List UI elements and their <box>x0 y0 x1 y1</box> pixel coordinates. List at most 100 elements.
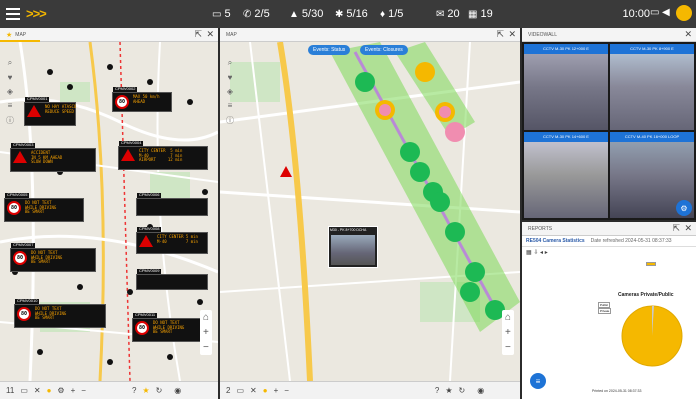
camera-icon[interactable]: ● <box>263 386 268 395</box>
chart-title: Cameras Private/Public <box>618 292 674 298</box>
pie-chart <box>621 305 683 367</box>
star-icon[interactable]: ★ <box>142 386 149 395</box>
filter-icon[interactable]: ≡ <box>224 101 236 110</box>
home-icon[interactable]: ⌂ <box>203 312 209 323</box>
zoom-controls: ⌂ + − <box>199 310 212 355</box>
events-status-pill[interactable]: Events: Status <box>308 45 351 55</box>
close-icon[interactable]: ✕ <box>206 29 214 40</box>
events-closures-pill[interactable]: Events: Closures <box>360 45 408 55</box>
stat-calls[interactable]: ✆ 2/5 <box>243 8 270 20</box>
warning-sign-icon <box>13 151 27 163</box>
list-icon[interactable]: ▭ <box>236 386 244 395</box>
avatar[interactable] <box>676 5 692 21</box>
zoom-in-button[interactable]: + <box>203 327 209 338</box>
layers-icon[interactable]: ◈ <box>4 87 16 96</box>
volume-icon[interactable]: ◀ <box>662 7 674 19</box>
vms-panel[interactable]: CPMV0009 <box>136 268 208 290</box>
star-icon[interactable]: ★ <box>445 386 452 395</box>
warning-sign-icon <box>139 235 153 247</box>
remove-button[interactable]: − <box>284 386 289 395</box>
close-icon[interactable]: ✕ <box>684 29 692 40</box>
stat-calendar[interactable]: ▦ 19 <box>468 8 493 20</box>
vms-panel[interactable]: CPMV0006 <box>136 192 208 216</box>
zoom-out-button[interactable]: − <box>505 342 511 353</box>
search-icon[interactable]: ⌕ <box>224 58 236 68</box>
vms-panel[interactable]: CPMV0010 80 DO NOT TEXT WHILE DRIVING BE S… <box>14 298 106 328</box>
vms-panel[interactable]: CPMV0007 80 DO NOT TEXT WHILE DRIVING BE S… <box>10 242 96 272</box>
refresh-icon[interactable]: ↻ <box>156 386 163 395</box>
report-header: RE504 Camera Statistics Date refreshed 2… <box>522 236 696 247</box>
speed-limit-icon: 80 <box>13 251 27 265</box>
info-icon[interactable]: ⓘ <box>4 115 16 126</box>
camera-thumbnail <box>331 235 375 265</box>
grid-icon[interactable]: ▦ <box>526 250 532 256</box>
camera-icon[interactable]: ● <box>47 386 52 395</box>
star-icon[interactable]: ★ <box>6 31 12 39</box>
home-icon[interactable]: ⌂ <box>505 312 511 323</box>
report-toolbar: ▦ ⇩ ◂ ▸ <box>522 247 696 258</box>
map-view[interactable]: ⌕ ♥ ◈ ≡ ⓘ CPMV0001 NO HAY ATASCO REDUCE S… <box>0 42 218 381</box>
close-icon[interactable]: ✕ <box>684 223 692 234</box>
refresh-icon[interactable]: ↻ <box>459 386 466 395</box>
calendar-icon: ▦ <box>468 8 478 20</box>
stat-list[interactable]: ▭ 5 <box>212 8 231 20</box>
list-icon[interactable]: ▭ <box>20 386 28 395</box>
item-count: 11 <box>6 386 15 395</box>
search-icon[interactable]: ⌕ <box>4 58 16 68</box>
layers-icon[interactable]: ◈ <box>224 87 236 96</box>
map-view[interactable]: Events: Status Events: Closures ⌕ ♥ ◈ ≡ … <box>220 42 520 381</box>
map-panel-center: MAP ⇱ ✕ Events: Status Events: Closures … <box>220 28 520 399</box>
add-button[interactable]: + <box>274 386 279 395</box>
vms-panel[interactable]: CPMV0002 80 MAX 50 km/h AHEAD <box>112 86 172 112</box>
help-icon[interactable]: ? <box>132 386 136 395</box>
camera-feed[interactable]: CCTV M-30 PK 12+000 E <box>524 44 608 130</box>
camera-feed[interactable]: CCTV M-30 PK 8+900 E <box>610 44 694 130</box>
stat-alerts[interactable]: ♦ 1/5 <box>380 8 403 20</box>
vms-panel[interactable]: CPMV0008 CITY CENTER 5 min M-40 7 min <box>136 226 208 254</box>
vms-panel[interactable]: CPMV0001 NO HAY ATASCO REDUCE SPEED <box>24 96 76 126</box>
expand-icon[interactable]: ⇱ <box>672 223 680 234</box>
zoom-out-button[interactable]: − <box>203 342 209 353</box>
settings-button[interactable]: ⚙ <box>676 200 692 216</box>
bell-icon: ♦ <box>380 8 386 20</box>
prev-icon[interactable]: ◂ <box>540 250 543 256</box>
eye-icon[interactable]: ◉ <box>174 386 181 395</box>
videowall-panel: VIDEOWALL ✕ CCTV M-30 PK 12+000 E CCTV M… <box>522 28 696 220</box>
info-icon[interactable]: ⓘ <box>224 115 236 126</box>
close-icon[interactable]: ✕ <box>250 386 257 395</box>
vms-panel[interactable]: CPMV0004 CITY CENTER 5 min M-40 7 min AIR… <box>118 140 208 170</box>
item-count: 2 <box>226 386 231 395</box>
close-icon[interactable]: ✕ <box>34 386 41 395</box>
heart-icon[interactable]: ♥ <box>224 73 236 82</box>
panel-footer: 11 ▭ ✕ ● ⚙ + − ? ★ ↻ ◉ <box>0 381 218 399</box>
stat-stars[interactable]: ✱ 5/16 <box>335 8 368 20</box>
remove-button[interactable]: − <box>81 386 86 395</box>
add-button[interactable]: + <box>71 386 76 395</box>
heart-icon[interactable]: ♥ <box>4 73 16 82</box>
eye-icon[interactable]: ◉ <box>477 386 484 395</box>
keyboard-icon[interactable]: ▭ <box>650 7 662 19</box>
settings-icon[interactable]: ⚙ <box>57 386 64 395</box>
vms-panel[interactable]: CPMV0003 ACCIDENT IN 5 KM AHEAD SLOW DOWN <box>10 142 96 172</box>
app-logo[interactable]: >>> <box>26 6 47 21</box>
export-icon[interactable]: ⇩ <box>533 250 538 256</box>
close-icon[interactable]: ✕ <box>508 29 516 40</box>
stat-mail[interactable]: ✉ 20 <box>436 8 460 20</box>
videowall-grid: CCTV M-30 PK 12+000 E CCTV M-30 PK 8+900… <box>522 42 696 220</box>
camera-feed[interactable]: CCTV M-30 PK 14+600 E <box>524 132 608 218</box>
panel-header: MAP ⇱ ✕ <box>220 28 520 42</box>
next-icon[interactable]: ▸ <box>545 250 548 256</box>
warning-sign-icon <box>121 149 135 161</box>
zoom-in-button[interactable]: + <box>505 327 511 338</box>
star-icon: ✱ <box>335 8 344 20</box>
menu-button[interactable]: ≡ <box>530 373 546 389</box>
filter-icon[interactable]: ≡ <box>4 101 16 110</box>
expand-icon[interactable]: ⇱ <box>496 29 504 40</box>
stat-warnings[interactable]: ▲ 5/30 <box>289 8 323 20</box>
clock: 10:00 <box>622 8 650 20</box>
vms-panel[interactable]: CPMV0005 80 DO NOT TEXT WHILE DRIVING BE S… <box>4 192 84 222</box>
camera-popup[interactable]: M30 - PK 8+700 DCHA <box>328 226 378 268</box>
expand-icon[interactable]: ⇱ <box>194 29 202 40</box>
help-icon[interactable]: ? <box>435 386 439 395</box>
menu-icon[interactable] <box>6 8 20 20</box>
